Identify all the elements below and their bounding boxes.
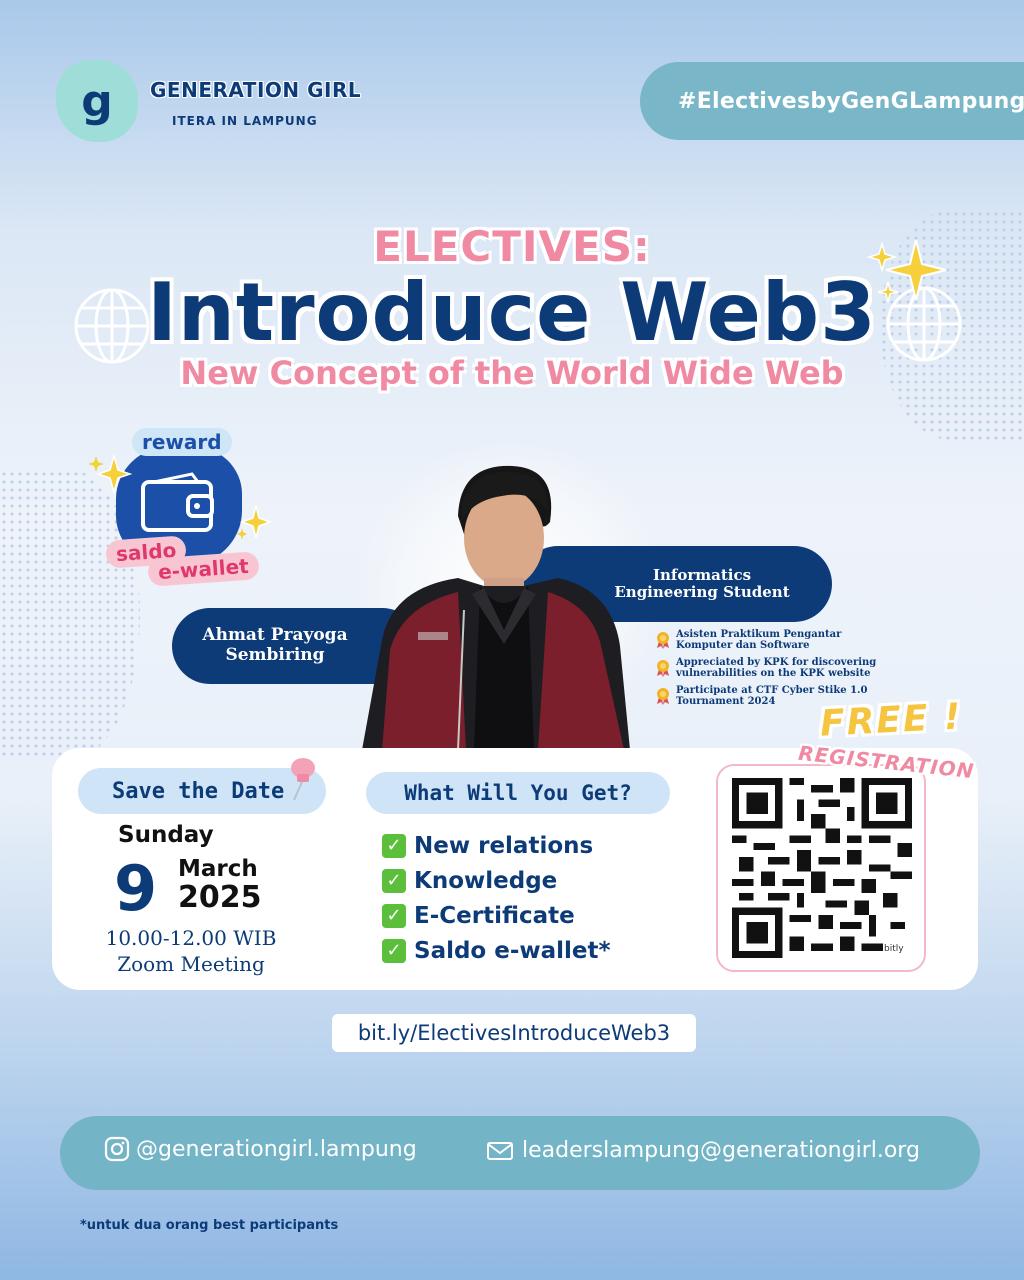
mail-icon bbox=[487, 1141, 513, 1160]
event-title: Introduce Web3 bbox=[147, 266, 877, 359]
brand-name: GENERATION GIRL bbox=[150, 78, 362, 102]
hashtag-pill: #ElectivesbyGenGLampung bbox=[640, 62, 1024, 140]
sparkle-icon-reward-right bbox=[237, 505, 272, 540]
sparkle-icon-reward-left bbox=[88, 453, 132, 495]
benefit-item: ✓ Saldo e-wallet* bbox=[382, 933, 611, 968]
logo-letter: g bbox=[81, 75, 113, 127]
achievement-item: Asisten Praktikum Pengantar Komputer dan… bbox=[656, 629, 896, 651]
speaker-photo bbox=[362, 465, 630, 750]
instagram-icon bbox=[104, 1136, 130, 1162]
instagram-contact[interactable]: @generationgirl.lampung bbox=[104, 1136, 417, 1162]
brand-logo: g bbox=[56, 60, 138, 142]
benefit-text: Knowledge bbox=[414, 867, 558, 894]
pushpin-icon bbox=[291, 758, 315, 801]
benefit-item: ✓ Knowledge bbox=[382, 863, 611, 898]
registration-qr-code[interactable] bbox=[732, 778, 912, 958]
achievement-text: Asisten Praktikum Pengantar Komputer dan… bbox=[676, 629, 842, 651]
hashtag-text: #ElectivesbyGenGLampung bbox=[678, 88, 1024, 114]
qr-brand-label: bitly bbox=[884, 944, 904, 954]
benefit-text: New relations bbox=[414, 832, 594, 859]
event-time: 10.00-12.00 WIB bbox=[105, 926, 277, 950]
check-icon: ✓ bbox=[382, 833, 406, 858]
free-label: FREE ! bbox=[819, 696, 964, 745]
instagram-handle: @generationgirl.lampung bbox=[136, 1136, 417, 1162]
benefit-item: ✓ E-Certificate bbox=[382, 898, 611, 933]
save-the-date-heading: Save the Date bbox=[112, 778, 285, 804]
reward-label: reward bbox=[132, 428, 232, 456]
benefit-item: ✓ New relations bbox=[382, 828, 611, 863]
check-icon: ✓ bbox=[382, 938, 406, 963]
event-subtitle: New Concept of the World Wide Web bbox=[180, 354, 844, 392]
medal-icon bbox=[657, 660, 669, 677]
check-icon: ✓ bbox=[382, 868, 406, 893]
event-year: 2025 bbox=[178, 880, 262, 915]
event-month: March bbox=[178, 856, 258, 882]
benefits-pill: What Will You Get? bbox=[366, 772, 670, 814]
event-day: Sunday bbox=[118, 822, 214, 848]
benefits-list: ✓ New relations ✓ Knowledge ✓ E-Certific… bbox=[382, 828, 611, 968]
registration-link[interactable]: bit.ly/ElectivesIntroduceWeb3 bbox=[332, 1014, 696, 1052]
brand-subtitle: ITERA IN LAMPUNG bbox=[172, 114, 318, 128]
benefit-text: Saldo e-wallet* bbox=[414, 937, 611, 964]
wallet-icon bbox=[141, 472, 214, 532]
event-kicker: ELECTIVES: bbox=[373, 222, 651, 271]
benefits-heading: What Will You Get? bbox=[404, 781, 632, 805]
email-address: leaderslampung@generationgirl.org bbox=[522, 1138, 920, 1163]
benefit-text: E-Certificate bbox=[414, 902, 575, 929]
achievement-item: Appreciated by KPK for discovering vulne… bbox=[656, 657, 896, 679]
speaker-role: Informatics Engineering Student bbox=[614, 565, 790, 601]
check-icon: ✓ bbox=[382, 903, 406, 928]
footnote: *untuk dua orang best participants bbox=[80, 1218, 339, 1233]
event-date: 9 bbox=[114, 852, 158, 925]
medal-icon bbox=[657, 632, 669, 649]
event-venue: Zoom Meeting bbox=[117, 952, 265, 976]
speaker-name: Ahmat Prayoga Sembiring bbox=[202, 625, 348, 665]
achievement-text: Appreciated by KPK for discovering vulne… bbox=[676, 657, 877, 679]
email-contact[interactable]: leaderslampung@generationgirl.org bbox=[486, 1138, 920, 1163]
medal-icon bbox=[657, 688, 669, 705]
